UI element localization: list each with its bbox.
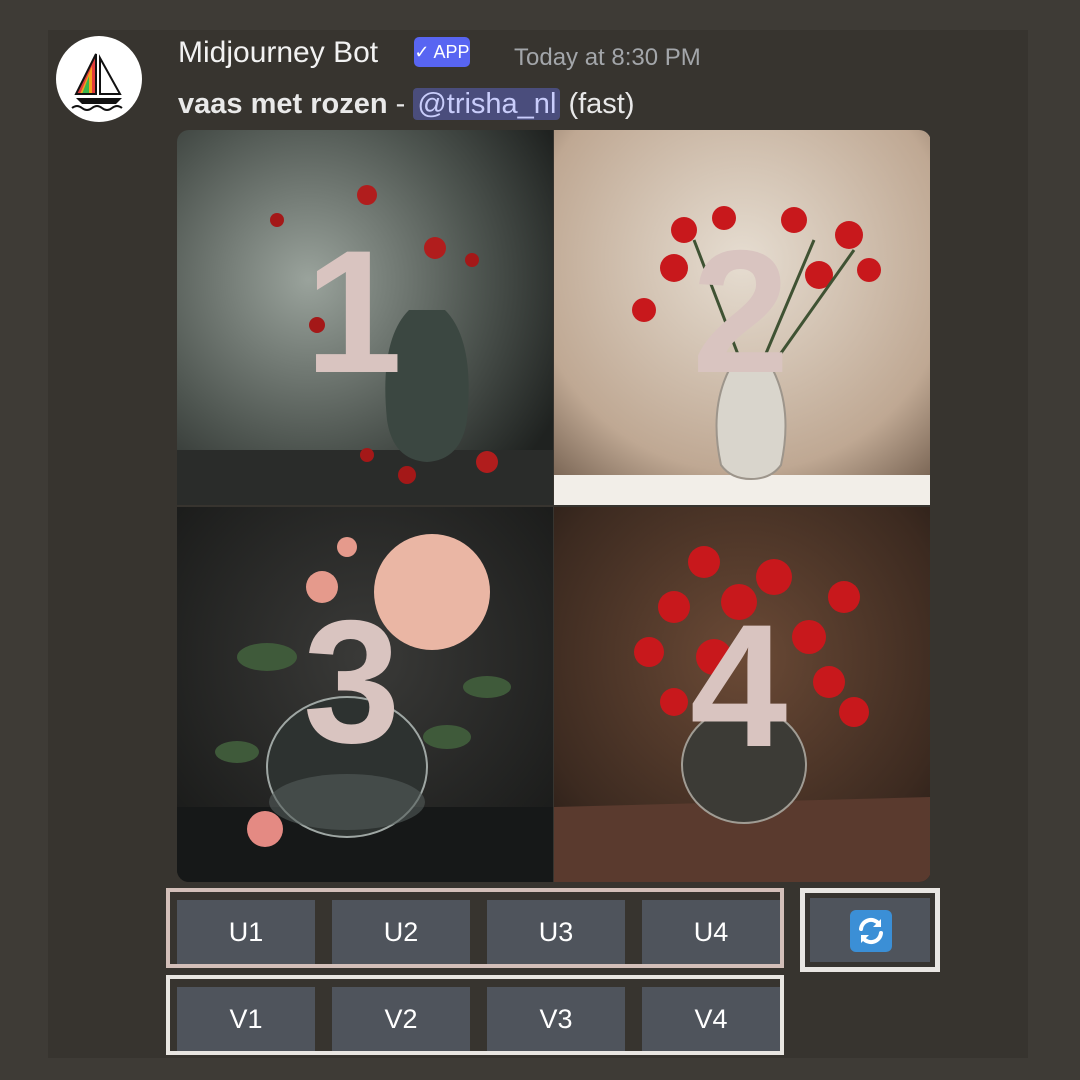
timestamp: Today at 8:30 PM [514, 44, 701, 71]
upscale-button-3[interactable]: U3 [487, 900, 625, 964]
app-badge-label: APP [433, 42, 470, 62]
upscale-button-4[interactable]: U4 [642, 900, 780, 964]
upscale-button-1[interactable]: U1 [177, 900, 315, 964]
prompt-text: vaas met rozen [178, 88, 388, 120]
sailboat-icon [71, 53, 123, 111]
author-name[interactable]: Midjourney Bot [178, 36, 378, 70]
reroll-frame [800, 888, 940, 972]
speed-label: (fast) [560, 88, 635, 120]
tile-2-number: 2 [692, 215, 790, 410]
variation-button-2[interactable]: V2 [332, 987, 470, 1051]
tile-4-number: 4 [690, 589, 788, 784]
prompt-separator: - [387, 88, 414, 120]
grid-tile-4[interactable]: 4 [554, 507, 930, 882]
avatar[interactable] [56, 36, 142, 122]
upscale-button-2[interactable]: U2 [332, 900, 470, 964]
tile-1-number: 1 [305, 215, 403, 410]
variation-button-1[interactable]: V1 [177, 987, 315, 1051]
check-icon: ✓ [414, 42, 430, 62]
variation-button-row: V1 V2 V3 V4 [166, 975, 784, 1055]
grid-tile-3[interactable]: 3 [177, 507, 553, 882]
upscale-button-row: U1 U2 U3 U4 [166, 888, 784, 968]
user-mention[interactable]: @trisha_nl [413, 88, 561, 120]
reroll-icon [850, 910, 892, 952]
tile-3-number: 3 [303, 585, 401, 780]
grid-tile-1[interactable]: 1 [177, 130, 553, 505]
image-grid[interactable]: 1 2 3 4 [177, 130, 931, 882]
variation-button-4[interactable]: V4 [642, 987, 780, 1051]
app-badge: ✓ APP [414, 37, 470, 67]
grid-tile-2[interactable]: 2 [554, 130, 930, 505]
variation-button-3[interactable]: V3 [487, 987, 625, 1051]
prompt-line: vaas met rozen - @trisha_nl (fast) [178, 85, 635, 123]
reroll-button[interactable] [810, 898, 930, 962]
